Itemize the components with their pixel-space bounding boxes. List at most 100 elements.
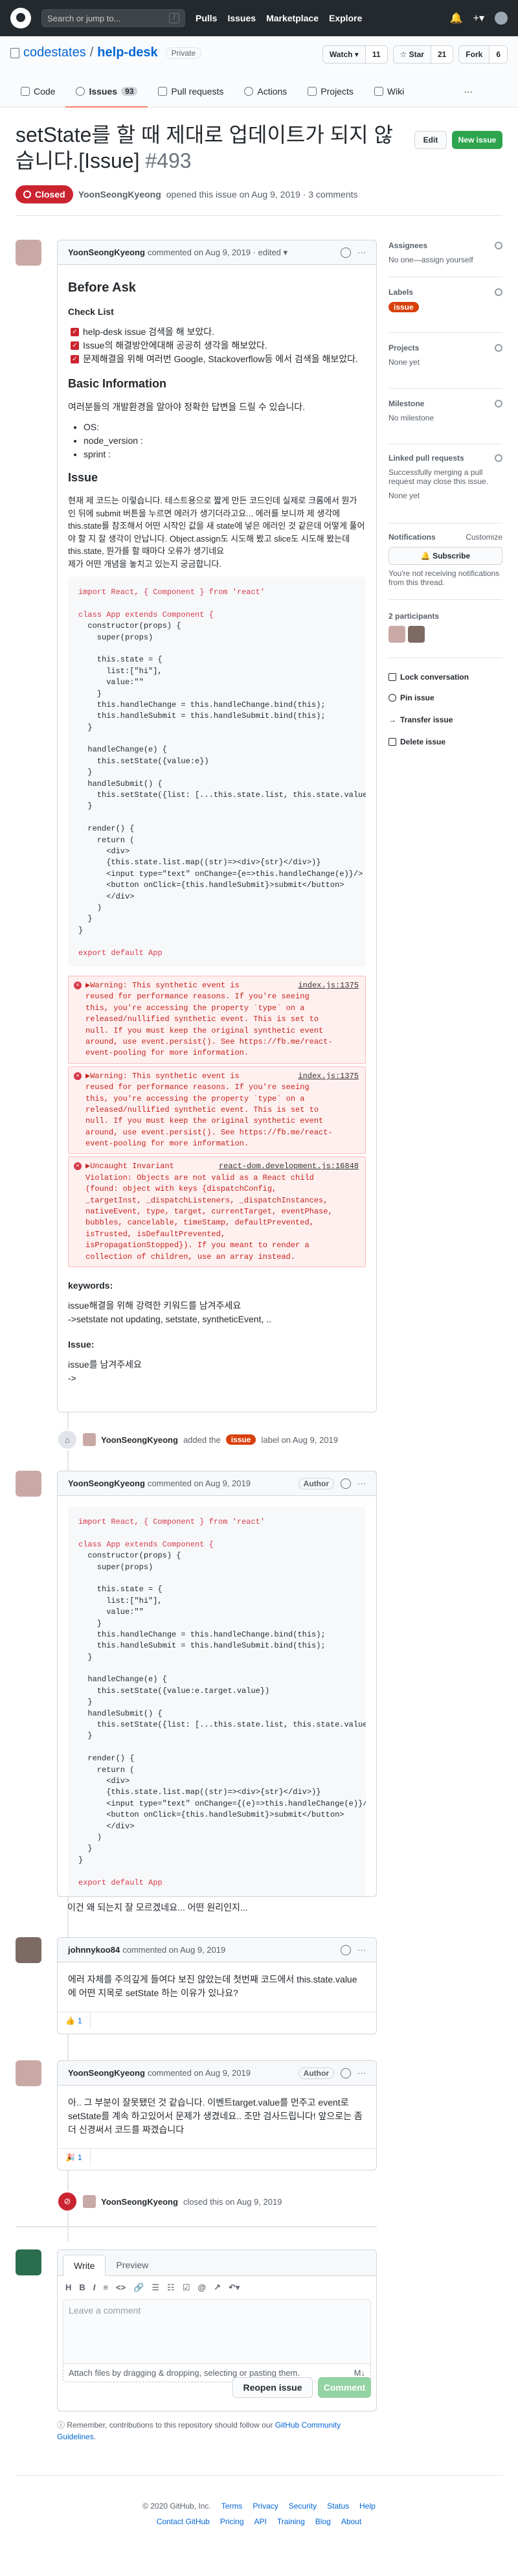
comment-author-link[interactable]: YoonSeongKyeong: [68, 247, 145, 257]
ordered-list-icon[interactable]: ☷: [167, 2283, 175, 2293]
footer-link-help[interactable]: Help: [359, 2501, 376, 2511]
github-logo-icon[interactable]: [10, 8, 31, 29]
comment-menu-icon[interactable]: ···: [357, 2068, 366, 2078]
tab-write[interactable]: Write: [63, 2255, 106, 2276]
saved-replies-icon[interactable]: ↶▾: [229, 2283, 240, 2293]
nav-issues[interactable]: Issues: [227, 13, 256, 23]
task-list-icon[interactable]: ☑: [183, 2283, 190, 2293]
comment-menu-icon[interactable]: ···: [357, 1945, 366, 1955]
bell-icon[interactable]: 🔔: [450, 12, 463, 25]
error-source-link[interactable]: index.js:1375: [298, 1071, 359, 1082]
tabs-more-menu[interactable]: ···: [453, 76, 483, 108]
bold-icon[interactable]: B: [79, 2283, 85, 2293]
checkbox-checked-icon[interactable]: ✓: [71, 341, 79, 350]
emoji-reaction-icon[interactable]: [341, 1478, 351, 1489]
comment-meta[interactable]: commented on Aug 9, 2019 · edited ▾: [148, 247, 287, 258]
code-icon[interactable]: <>: [116, 2283, 126, 2293]
star-button[interactable]: ☆ Star 21: [392, 45, 454, 63]
footer-link-api[interactable]: API: [254, 2517, 267, 2526]
avatar[interactable]: [16, 1937, 41, 1963]
current-user-avatar[interactable]: [16, 2249, 41, 2275]
tab-issues[interactable]: Issues 93: [65, 76, 148, 108]
new-issue-button[interactable]: New issue: [452, 131, 502, 149]
heading-icon[interactable]: H: [65, 2283, 71, 2293]
event-actor-link[interactable]: YoonSeongKyeong: [101, 2197, 178, 2207]
comment-meta[interactable]: commented on Aug 9, 2019: [122, 1945, 225, 1955]
avatar[interactable]: [83, 2195, 96, 2208]
participant-avatar[interactable]: [388, 626, 405, 643]
participant-avatar[interactable]: [408, 626, 425, 643]
comment-meta[interactable]: commented on Aug 9, 2019: [148, 2068, 251, 2078]
gear-icon[interactable]: [495, 400, 502, 408]
tab-wiki[interactable]: Wiki: [364, 76, 414, 108]
emoji-reaction-icon[interactable]: [341, 2067, 351, 2078]
reference-icon[interactable]: ↗: [214, 2283, 221, 2293]
star-count[interactable]: 21: [430, 46, 453, 63]
gear-icon[interactable]: [495, 288, 502, 296]
event-actor-link[interactable]: YoonSeongKyeong: [101, 1435, 178, 1445]
gear-icon[interactable]: [495, 242, 502, 249]
user-avatar[interactable]: [495, 12, 508, 25]
checkbox-checked-icon[interactable]: ✓: [71, 328, 79, 336]
comment-meta[interactable]: commented on Aug 9, 2019: [148, 1478, 251, 1488]
error-source-link[interactable]: react-dom.development.js:16848: [219, 1161, 359, 1172]
footer-link-training[interactable]: Training: [277, 2517, 305, 2526]
nav-explore[interactable]: Explore: [329, 13, 362, 23]
comment-submit-button[interactable]: Comment: [318, 2377, 371, 2398]
footer-link-privacy[interactable]: Privacy: [253, 2501, 278, 2511]
avatar[interactable]: [16, 240, 41, 266]
delete-issue-button[interactable]: Delete issue: [388, 737, 445, 746]
tab-actions[interactable]: Actions: [234, 76, 297, 108]
mention-icon[interactable]: @: [197, 2283, 206, 2293]
unordered-list-icon[interactable]: ☰: [152, 2283, 159, 2293]
customize-link[interactable]: Customize: [466, 533, 502, 542]
fork-count[interactable]: 6: [489, 46, 507, 63]
comment-textarea[interactable]: Leave a comment: [63, 2299, 371, 2364]
tab-projects[interactable]: Projects: [297, 76, 364, 108]
comment-author-link[interactable]: YoonSeongKyeong: [68, 1478, 145, 1488]
tab-pull-requests[interactable]: Pull requests: [148, 76, 234, 108]
subscribe-button[interactable]: 🔔 Subscribe: [388, 547, 502, 565]
italic-icon[interactable]: I: [93, 2283, 96, 2293]
error-source-link[interactable]: index.js:1375: [298, 980, 359, 991]
issue-author-link[interactable]: YoonSeongKyeong: [78, 189, 161, 200]
gear-icon[interactable]: [495, 344, 502, 352]
assignees-value[interactable]: No one—assign yourself: [388, 255, 502, 264]
watch-button[interactable]: Watch ▾ 11: [322, 45, 388, 63]
watch-count[interactable]: 11: [365, 46, 387, 63]
reopen-issue-button[interactable]: Reopen issue: [232, 2377, 313, 2398]
lock-conversation-button[interactable]: Lock conversation: [388, 673, 469, 682]
plus-menu-icon[interactable]: +▾: [473, 12, 484, 25]
fork-button[interactable]: Fork 6: [458, 45, 508, 63]
pin-issue-button[interactable]: Pin issue: [388, 693, 434, 702]
nav-pulls[interactable]: Pulls: [196, 13, 217, 23]
checkbox-checked-icon[interactable]: ✓: [71, 355, 79, 363]
link-icon[interactable]: 🔗: [133, 2283, 144, 2293]
avatar[interactable]: [83, 1433, 96, 1446]
avatar[interactable]: [16, 1471, 41, 1497]
reaction-hooray[interactable]: 🎉 1: [58, 2149, 91, 2166]
nav-marketplace[interactable]: Marketplace: [266, 13, 319, 23]
footer-link-pricing[interactable]: Pricing: [220, 2517, 244, 2526]
label-badge[interactable]: issue: [388, 302, 419, 312]
markdown-icon[interactable]: M↓: [354, 2368, 365, 2378]
search-input[interactable]: Search or jump to... /: [41, 9, 185, 27]
emoji-reaction-icon[interactable]: [341, 1944, 351, 1955]
footer-link-security[interactable]: Security: [289, 2501, 317, 2511]
repo-owner-link[interactable]: codestates: [23, 45, 86, 60]
comment-author-link[interactable]: YoonSeongKyeong: [68, 2068, 145, 2078]
comment-menu-icon[interactable]: ···: [357, 1478, 366, 1488]
footer-link-about[interactable]: About: [341, 2517, 361, 2526]
transfer-issue-button[interactable]: → Transfer issue: [388, 715, 453, 724]
comment-menu-icon[interactable]: ···: [357, 247, 366, 257]
repo-name-link[interactable]: help-desk: [97, 45, 157, 60]
tab-code[interactable]: Code: [10, 76, 65, 108]
edit-title-button[interactable]: Edit: [414, 131, 447, 149]
avatar[interactable]: [16, 2060, 41, 2086]
footer-link-terms[interactable]: Terms: [221, 2501, 243, 2511]
footer-link-contact[interactable]: Contact GitHub: [157, 2517, 210, 2526]
comment-author-link[interactable]: johnnykoo84: [68, 1945, 120, 1955]
emoji-reaction-icon[interactable]: [341, 247, 351, 258]
tab-preview[interactable]: Preview: [106, 2255, 159, 2275]
footer-link-status[interactable]: Status: [327, 2501, 349, 2511]
